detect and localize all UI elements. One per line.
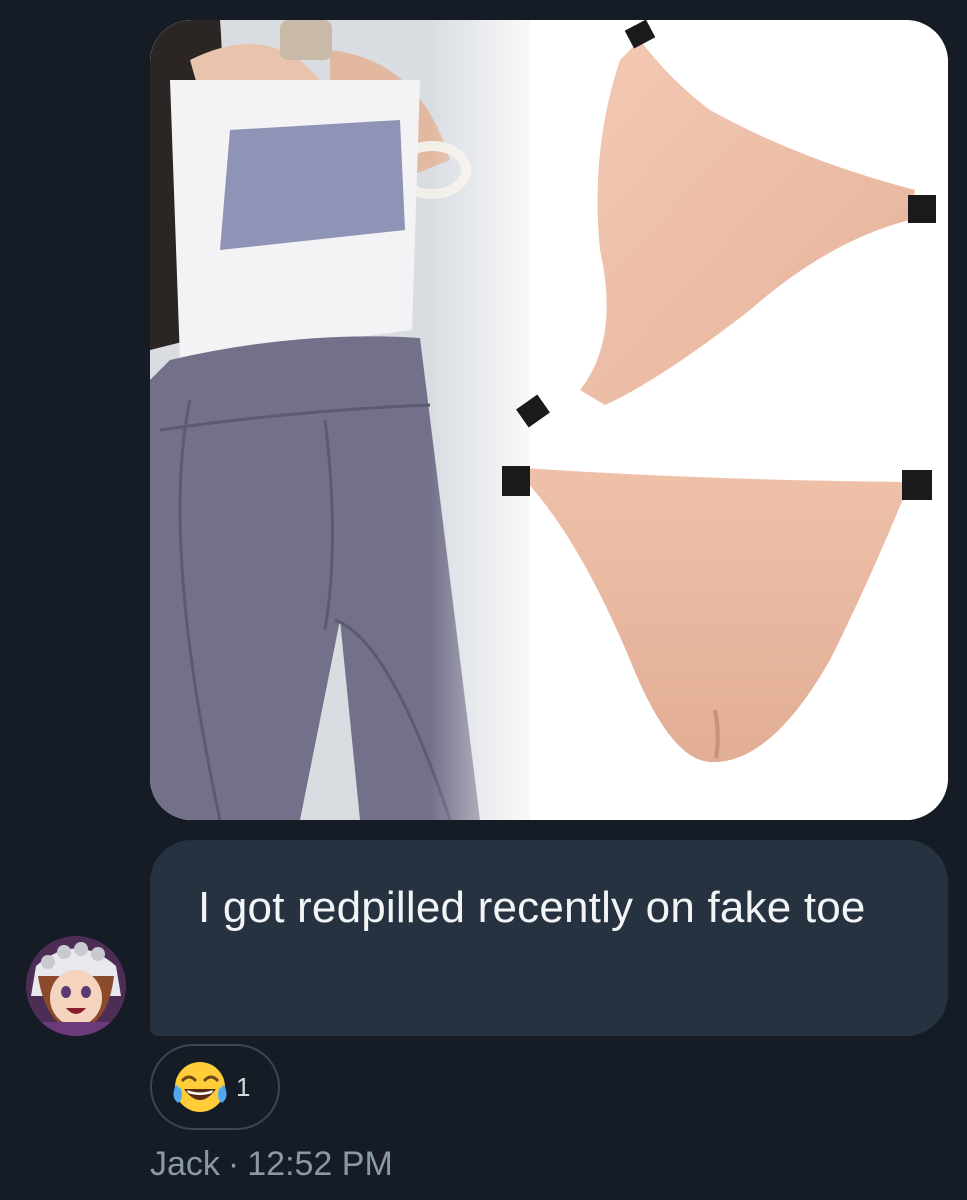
- attached-photo-collage: [150, 20, 948, 820]
- message-timestamp: 12:52 PM: [247, 1145, 393, 1183]
- message-text: I got redpilled recently on fake toe: [198, 883, 866, 932]
- sender-name: Jack: [150, 1145, 220, 1183]
- reaction-count: 1: [236, 1071, 251, 1102]
- attached-image[interactable]: [150, 20, 948, 820]
- meta-separator: ·: [227, 1145, 240, 1183]
- face-with-tears-of-joy-icon: [173, 1062, 227, 1112]
- message-bubble[interactable]: I got redpilled recently on fake toe: [150, 840, 948, 1036]
- sender-avatar[interactable]: [26, 936, 126, 1036]
- message-meta: Jack · 12:52 PM: [150, 1144, 393, 1184]
- reaction-pill[interactable]: 1: [150, 1044, 280, 1130]
- avatar-image: [26, 936, 126, 1036]
- dm-conversation-screen: I got redpilled recently on fake toe 1 J…: [0, 0, 967, 1200]
